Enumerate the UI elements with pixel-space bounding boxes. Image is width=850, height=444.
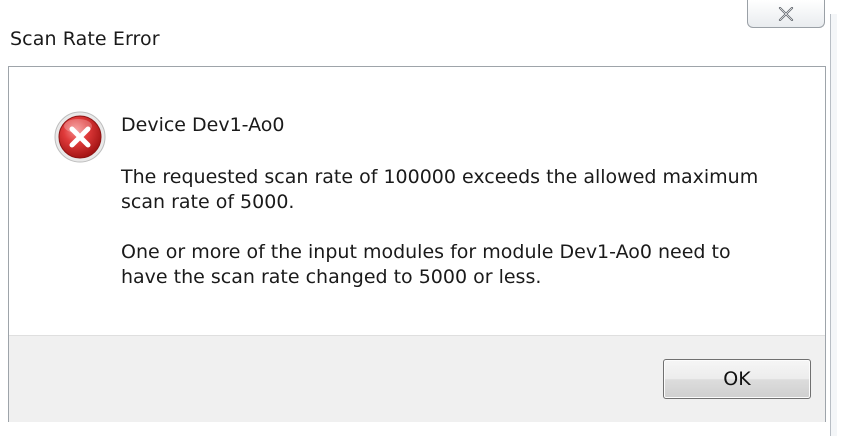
close-icon [778, 6, 794, 21]
ok-button[interactable]: OK [663, 359, 811, 399]
error-message: The requested scan rate of 100000 exceed… [121, 165, 781, 315]
window-frame-edge [830, 14, 837, 436]
device-heading: Device Dev1-Ao0 [121, 114, 285, 136]
dialog-body: Device Dev1-Ao0 The requested scan rate … [8, 66, 826, 422]
message-area: Device Dev1-Ao0 The requested scan rate … [9, 67, 825, 335]
dialog-title: Scan Rate Error [10, 28, 160, 50]
error-icon [54, 111, 106, 163]
message-paragraph-1: The requested scan rate of 100000 exceed… [121, 166, 759, 213]
scan-rate-error-dialog: Scan Rate Error Device Dev1-Ao0 The requ… [0, 0, 838, 440]
message-paragraph-2: One or more of the input modules for mod… [121, 241, 731, 288]
close-button[interactable] [747, 0, 825, 28]
title-bar[interactable]: Scan Rate Error [0, 14, 838, 66]
